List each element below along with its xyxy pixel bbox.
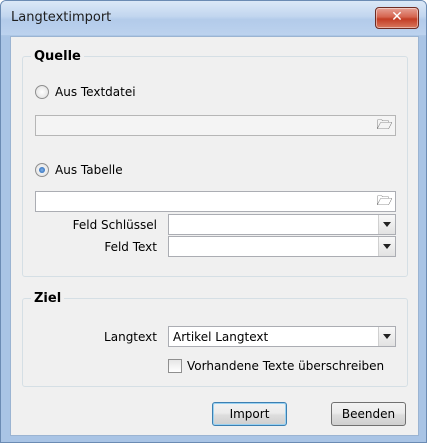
overwrite-checkbox[interactable] [168,359,182,373]
chevron-down-icon[interactable] [378,215,395,234]
chevron-down-icon[interactable] [378,327,395,346]
overwrite-label: Vorhandene Texte überschreiben [187,359,385,373]
folder-open-icon[interactable]: 🗁 [375,193,394,210]
radio-aus-tabelle[interactable]: Aus Tabelle [35,163,123,177]
radio-button[interactable] [35,85,49,99]
title-bar[interactable]: Langtextimport ✕ [1,1,426,35]
overwrite-checkbox-row[interactable]: Vorhandene Texte überschreiben [168,359,384,373]
radio-label: Aus Textdatei [55,85,136,99]
ziel-legend: Ziel [34,291,62,306]
langtext-combo[interactable]: Artikel Langtext [168,326,396,347]
radio-aus-textdatei[interactable]: Aus Textdatei [35,85,136,99]
quelle-legend: Quelle [34,49,81,64]
langtext-label: Langtext [104,330,157,344]
import-button[interactable]: Import [212,402,287,426]
chevron-down-icon[interactable] [378,237,395,256]
dialog-window: Langtextimport ✕ Quelle Aus Textdatei 🗁 … [0,0,427,443]
dialog-body: Quelle Aus Textdatei 🗁 Aus Tabelle 🗁 Fel… [10,36,419,436]
tabelle-path-field[interactable]: 🗁 [35,191,396,212]
folder-open-icon[interactable]: 🗁 [375,117,394,134]
close-button[interactable]: ✕ [375,7,419,29]
radio-button-selected[interactable] [35,163,49,177]
window-title: Langtextimport [11,10,112,25]
langtext-value: Artikel Langtext [173,330,269,344]
close-icon: ✕ [391,9,403,25]
beenden-button[interactable]: Beenden [331,402,406,426]
feld-schluessel-combo[interactable] [168,214,396,235]
feld-text-label: Feld Text [104,240,157,254]
radio-label: Aus Tabelle [55,163,123,177]
textdatei-path-field[interactable]: 🗁 [35,115,396,136]
feld-schluessel-label: Feld Schlüssel [72,218,157,232]
feld-text-combo[interactable] [168,236,396,257]
